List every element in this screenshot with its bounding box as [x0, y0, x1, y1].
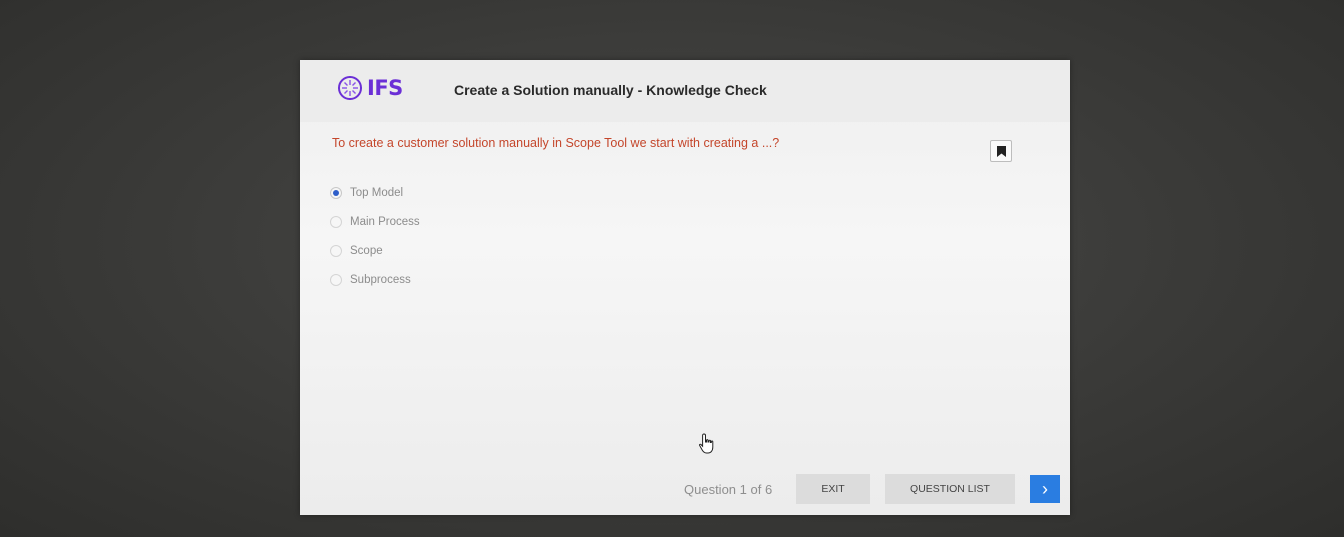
header-bar: IFS Create a Solution manually - Knowled…: [300, 60, 1070, 122]
question-counter: Question 1 of 6: [684, 482, 773, 497]
logo-text: IFS: [367, 76, 403, 100]
option-label: Scope: [350, 244, 383, 257]
option-scope[interactable]: Scope: [330, 236, 420, 265]
next-button[interactable]: ›: [1030, 475, 1060, 503]
option-label: Main Process: [350, 215, 420, 228]
radio-button[interactable]: [330, 273, 342, 286]
answer-options: Top Model Main Process Scope Subprocess: [330, 178, 420, 294]
question-list-button[interactable]: QUESTION LIST: [885, 474, 1015, 504]
page-title: Create a Solution manually - Knowledge C…: [454, 82, 767, 98]
radio-button[interactable]: [330, 186, 342, 199]
quiz-window: IFS Create a Solution manually - Knowled…: [300, 60, 1070, 515]
option-top-model[interactable]: Top Model: [330, 178, 420, 207]
hand-cursor-icon: [698, 433, 714, 454]
radio-button[interactable]: [330, 215, 342, 228]
footer-bar: Question 1 of 6 EXIT QUESTION LIST ›: [300, 474, 1070, 506]
question-text: To create a customer solution manually i…: [332, 136, 780, 150]
chevron-right-icon: ›: [1042, 478, 1048, 499]
ifs-logo: IFS: [336, 74, 403, 102]
radio-button[interactable]: [330, 244, 342, 257]
radio-selected-dot: [333, 189, 339, 196]
option-main-process[interactable]: Main Process: [330, 207, 420, 236]
bookmark-button[interactable]: [990, 140, 1012, 162]
option-label: Top Model: [350, 186, 404, 199]
ifs-logo-icon: [338, 76, 362, 100]
option-label: Subprocess: [350, 273, 411, 286]
bookmark-icon: [996, 145, 1006, 157]
option-subprocess[interactable]: Subprocess: [330, 265, 420, 294]
exit-button[interactable]: EXIT: [796, 474, 870, 504]
